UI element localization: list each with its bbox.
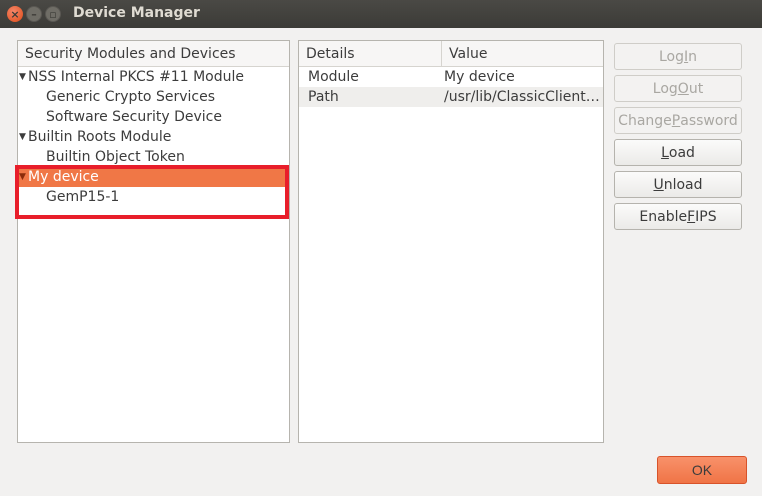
- tree-item-my-device[interactable]: ▼ My device: [18, 167, 289, 187]
- close-icon: ×: [10, 7, 20, 21]
- window-maximize-button[interactable]: ▫: [45, 6, 61, 22]
- log-in-button[interactable]: Log In: [614, 43, 742, 70]
- button-label-post: IPS: [695, 208, 717, 225]
- details-column-header[interactable]: Details: [299, 41, 442, 66]
- button-label-accel: O: [677, 80, 689, 97]
- details-table[interactable]: Details Value Module My device Path /usr…: [298, 40, 604, 443]
- button-label-post: n: [688, 48, 698, 65]
- tree-item-builtin-roots-module[interactable]: ▼ Builtin Roots Module: [18, 127, 289, 147]
- button-label-pre: Change: [618, 112, 672, 129]
- tree-column-header[interactable]: Security Modules and Devices: [18, 41, 289, 66]
- window-close-button[interactable]: ×: [7, 6, 23, 22]
- window-minimize-button[interactable]: –: [26, 6, 42, 22]
- button-label-pre: Log: [658, 48, 684, 65]
- tree-item-builtin-object-token[interactable]: Builtin Object Token: [18, 147, 289, 167]
- expander-arrow-icon[interactable]: ▼: [19, 67, 26, 87]
- title-bar: × – ▫ Device Manager: [0, 0, 762, 28]
- tree-item-label: My device: [28, 169, 99, 185]
- button-label-accel: L: [661, 144, 669, 161]
- table-row[interactable]: Module My device: [299, 67, 603, 87]
- ok-button[interactable]: OK: [657, 456, 747, 484]
- tree-item-nss-internal-module[interactable]: ▼ NSS Internal PKCS #11 Module: [18, 67, 289, 87]
- value-column-header[interactable]: Value: [442, 41, 603, 66]
- tree-item-label: Builtin Object Token: [46, 149, 185, 165]
- button-label-post: assword: [680, 112, 738, 129]
- tree-item-label: Generic Crypto Services: [46, 89, 215, 105]
- change-password-button[interactable]: Change Password: [614, 107, 742, 134]
- tree-item-label: Software Security Device: [46, 109, 222, 125]
- button-label-post: ut: [688, 80, 704, 97]
- tree-item-generic-crypto-services[interactable]: Generic Crypto Services: [18, 87, 289, 107]
- button-label-accel: F: [687, 208, 696, 225]
- unload-button[interactable]: Unload: [614, 171, 742, 198]
- tree-item-label: GemP15-1: [46, 189, 120, 205]
- detail-value: My device: [444, 69, 515, 85]
- table-row[interactable]: Path /usr/lib/ClassicClient…: [299, 87, 603, 107]
- button-label-accel: U: [653, 176, 664, 193]
- tree-header[interactable]: Security Modules and Devices: [18, 41, 289, 67]
- minimize-icon: –: [31, 7, 37, 21]
- button-label-post: nload: [663, 176, 703, 193]
- detail-value: /usr/lib/ClassicClient…: [444, 89, 600, 105]
- button-label-pre: Log: [652, 80, 678, 97]
- load-button[interactable]: Load: [614, 139, 742, 166]
- expander-arrow-icon[interactable]: ▼: [19, 127, 26, 147]
- log-out-button[interactable]: Log Out: [614, 75, 742, 102]
- tree-item-software-security-device[interactable]: Software Security Device: [18, 107, 289, 127]
- enable-fips-button[interactable]: Enable F IPS: [614, 203, 742, 230]
- security-modules-tree[interactable]: Security Modules and Devices ▼ NSS Inter…: [17, 40, 290, 443]
- button-label-post: oad: [668, 144, 695, 161]
- details-header: Details Value: [299, 41, 603, 67]
- window-title: Device Manager: [73, 5, 200, 21]
- detail-key: Path: [308, 89, 339, 105]
- maximize-icon: ▫: [49, 7, 57, 21]
- tree-item-label: Builtin Roots Module: [28, 129, 172, 145]
- expander-arrow-icon[interactable]: ▼: [19, 167, 26, 187]
- tree-item-gemp15-1[interactable]: GemP15-1: [18, 187, 289, 207]
- button-label-pre: Enable: [639, 208, 688, 225]
- detail-key: Module: [308, 69, 359, 85]
- tree-item-label: NSS Internal PKCS #11 Module: [28, 69, 244, 85]
- button-label-accel: P: [671, 112, 681, 129]
